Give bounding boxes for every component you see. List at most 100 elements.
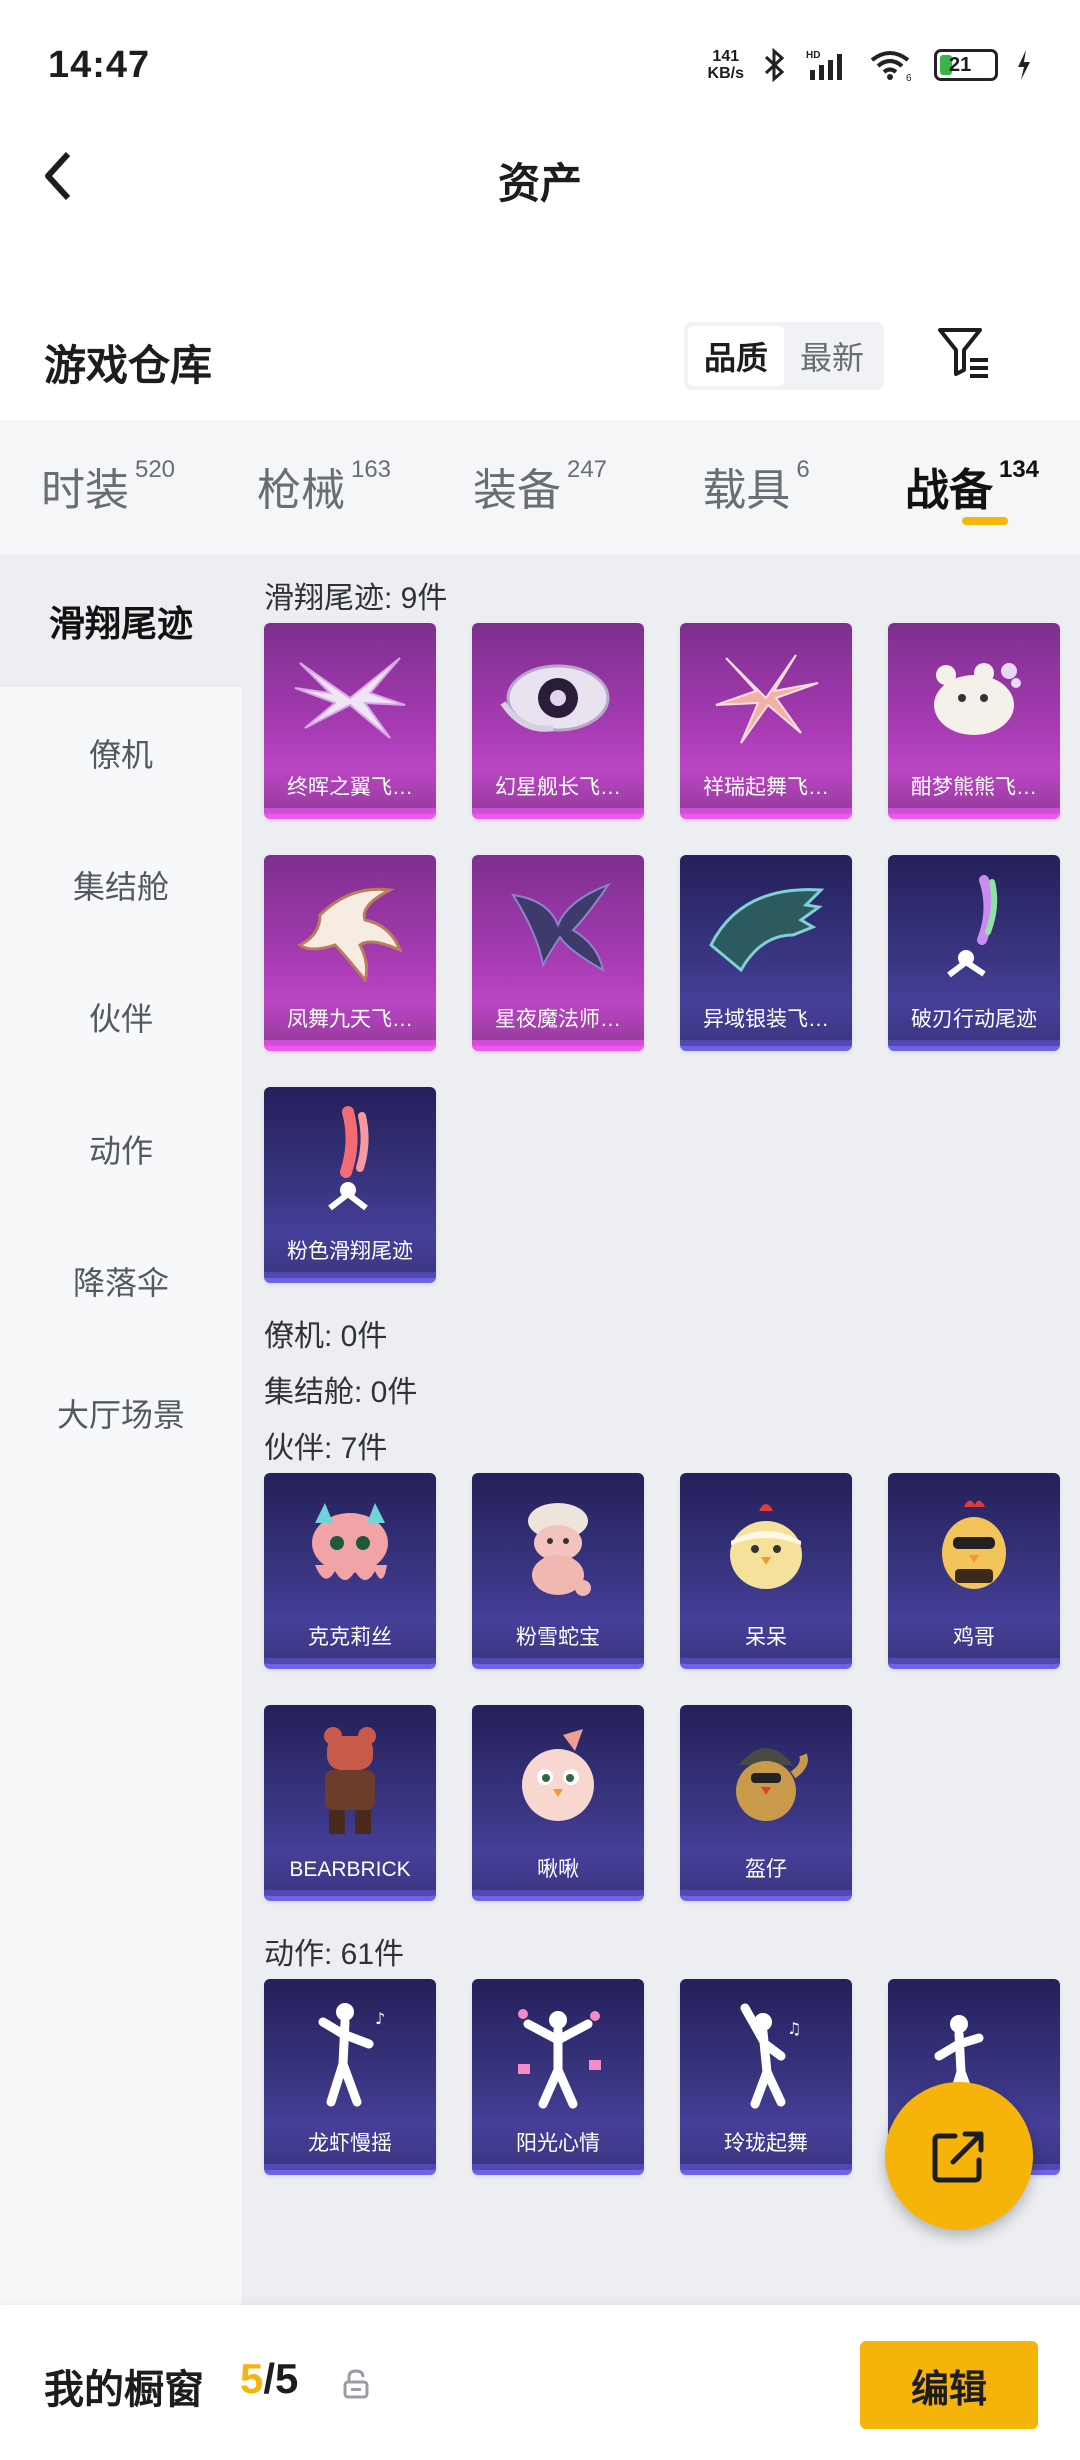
sort-newest-button[interactable]: 最新 — [784, 326, 880, 386]
tab-count: 6 — [796, 456, 810, 483]
glide-trail-grid: 终晖之翼飞… 幻星舰长飞… 祥瑞起舞飞… 酣梦熊熊飞… 凤舞九天飞… 星夜魔法师… — [264, 623, 1080, 1283]
phoenix-trail-icon — [264, 855, 436, 1005]
item-name: 酣梦熊熊飞… — [888, 768, 1060, 808]
tab-fashion[interactable]: 时装 520 — [0, 420, 216, 555]
share-button[interactable] — [885, 2082, 1033, 2230]
item-card[interactable]: 终晖之翼飞… — [264, 623, 436, 819]
sidebar-item-lobby-scene[interactable]: 大厅场景 — [0, 1347, 242, 1479]
item-name: 异域银装飞… — [680, 1000, 852, 1040]
dance-emote-icon: ♫ — [680, 1979, 852, 2129]
section-title-wingman: 僚机: 0件 — [264, 1320, 388, 1353]
bearbrick-pet-icon — [264, 1705, 436, 1855]
status-time: 14:47 — [48, 43, 151, 86]
dance-emote-icon: ♪ — [264, 1979, 436, 2129]
item-name: 盔仔 — [680, 1850, 852, 1890]
item-name: 玲珑起舞 — [680, 2124, 852, 2164]
sidebar-item-capsule[interactable]: 集结舱 — [0, 819, 242, 951]
item-card[interactable]: 阳光心情 — [472, 1979, 644, 2175]
item-card[interactable]: 幻星舰长飞… — [472, 623, 644, 819]
showcase-count: 5/5 — [240, 2355, 298, 2403]
dance-emote-icon — [472, 1979, 644, 2129]
tab-battle-prep[interactable]: 战备 134 — [864, 420, 1080, 555]
item-card[interactable]: BEARBRICK — [264, 1705, 436, 1901]
item-name: 鸡哥 — [888, 1618, 1060, 1658]
item-card[interactable]: 星夜魔法师… — [472, 855, 644, 1051]
item-card[interactable]: 啾啾 — [472, 1705, 644, 1901]
svg-text:♫: ♫ — [787, 2019, 801, 2038]
item-card[interactable]: 盔仔 — [680, 1705, 852, 1901]
item-name: 星夜魔法师… — [472, 1000, 644, 1040]
battery-level: 21 — [949, 53, 972, 76]
showcase-label: 我的橱窗 — [44, 2368, 204, 2412]
item-card[interactable]: 粉色滑翔尾迹 — [264, 1087, 436, 1283]
tab-guns[interactable]: 枪械 163 — [216, 420, 432, 555]
item-card[interactable]: 粉雪蛇宝 — [472, 1473, 644, 1669]
share-icon — [932, 2131, 984, 2183]
signal-icon: HD — [806, 48, 850, 82]
item-card[interactable]: ♪ 龙虾慢摇 — [264, 1979, 436, 2175]
bear-trail-icon — [888, 623, 1060, 773]
wing-trail-icon — [680, 623, 852, 773]
item-list: 滑翔尾迹: 9件 终晖之翼飞… 幻星舰长飞… 祥瑞起舞飞… 酣梦熊熊飞… 凤舞九… — [242, 555, 1080, 2305]
item-card[interactable]: 异域银装飞… — [680, 855, 852, 1051]
status-icons: 141 KB/s HD 6 21 — [708, 48, 1032, 82]
net-speed-unit: KB/s — [707, 65, 744, 82]
net-speed-value: 141 — [712, 48, 740, 65]
sort-toggle: 品质 最新 — [684, 322, 884, 390]
sidebar: 滑翔尾迹 僚机 集结舱 伙伴 动作 降落伞 大厅场景 — [0, 555, 242, 2305]
section-title-capsule: 集结舱: 0件 — [264, 1376, 418, 1409]
wing-trail-icon — [472, 855, 644, 1005]
chick-pet-icon — [680, 1473, 852, 1623]
item-card[interactable]: 克克莉丝 — [264, 1473, 436, 1669]
svg-text:♪: ♪ — [375, 2009, 385, 2028]
warehouse-header: 游戏仓库 品质 最新 — [0, 310, 1080, 410]
tab-equipment[interactable]: 装备 247 — [432, 420, 648, 555]
item-card[interactable]: 呆呆 — [680, 1473, 852, 1669]
status-bar: 14:47 141 KB/s HD 6 21 — [0, 0, 1080, 130]
battery-icon: 21 — [934, 49, 998, 81]
item-card[interactable]: 破刃行动尾迹 — [888, 855, 1060, 1051]
tab-vehicles[interactable]: 载具 6 — [648, 420, 864, 555]
section-title-glide: 滑翔尾迹: 9件 — [264, 582, 448, 615]
item-name: 破刃行动尾迹 — [888, 1000, 1060, 1040]
sidebar-item-glide-trail[interactable]: 滑翔尾迹 — [0, 555, 242, 687]
showcase-bar: 我的橱窗 5/5 编辑 — [0, 2305, 1080, 2460]
item-card[interactable]: 凤舞九天飞… — [264, 855, 436, 1051]
tab-label: 载具 — [702, 466, 791, 515]
sidebar-item-emote[interactable]: 动作 — [0, 1083, 242, 1215]
showcase-count-current: 5 — [240, 2355, 264, 2402]
category-tabs: 时装 520 枪械 163 装备 247 载具 6 战备 134 — [0, 420, 1080, 555]
wifi-icon: 6 — [868, 48, 916, 82]
svg-text:6: 6 — [906, 73, 912, 82]
wing-trail-icon — [680, 855, 852, 1005]
tab-label: 枪械 — [256, 466, 345, 515]
octopus-pet-icon — [264, 1473, 436, 1623]
smoke-trail-icon — [888, 855, 1060, 1005]
section-title-partner: 伙伴: 7件 — [264, 1432, 388, 1465]
partner-grid: 克克莉丝 粉雪蛇宝 呆呆 鸡哥 BEARBRICK 啾啾 盔仔 — [264, 1473, 1080, 1901]
item-name: 凤舞九天飞… — [264, 1000, 436, 1040]
filter-button[interactable] — [934, 322, 994, 382]
edit-button[interactable]: 编辑 — [860, 2341, 1038, 2429]
sort-quality-button[interactable]: 品质 — [688, 326, 784, 386]
item-card[interactable]: ♫ 玲珑起舞 — [680, 1979, 852, 2175]
lock-icon — [342, 2369, 370, 2399]
item-name: 呆呆 — [680, 1618, 852, 1658]
wing-trail-icon — [264, 623, 436, 773]
tab-count: 520 — [134, 456, 176, 483]
sidebar-item-partner[interactable]: 伙伴 — [0, 951, 242, 1083]
item-name: 龙虾慢摇 — [264, 2124, 436, 2164]
item-name: 啾啾 — [472, 1850, 644, 1890]
item-name: 幻星舰长飞… — [472, 768, 644, 808]
item-card[interactable]: 祥瑞起舞飞… — [680, 623, 852, 819]
item-name: 粉雪蛇宝 — [472, 1618, 644, 1658]
item-card[interactable]: 酣梦熊熊飞… — [888, 623, 1060, 819]
showcase-count-total: /5 — [263, 2355, 299, 2402]
sidebar-item-wingman[interactable]: 僚机 — [0, 687, 242, 819]
page-title: 资产 — [497, 160, 582, 207]
tab-label: 时装 — [40, 466, 129, 515]
charging-icon — [1016, 50, 1032, 80]
tab-count: 134 — [998, 456, 1040, 483]
sidebar-item-parachute[interactable]: 降落伞 — [0, 1215, 242, 1347]
item-card[interactable]: 鸡哥 — [888, 1473, 1060, 1669]
